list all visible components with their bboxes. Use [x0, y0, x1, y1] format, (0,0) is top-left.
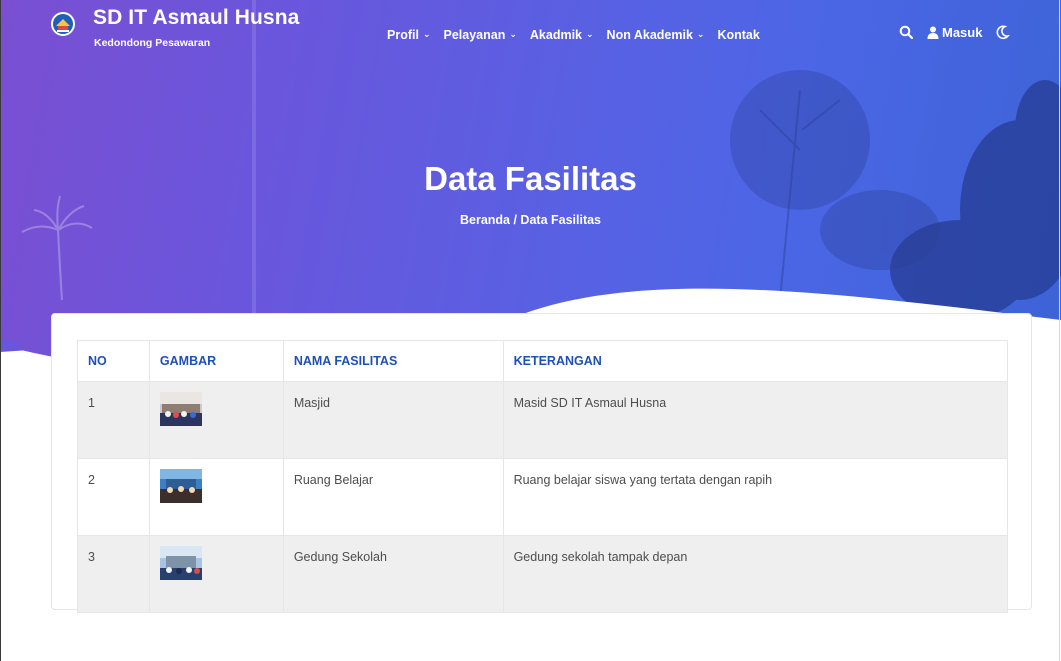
nav-item-label: Non Akademik [606, 28, 693, 42]
cell-gambar [148, 458, 284, 536]
cell-gambar [148, 535, 284, 613]
table-row: 3 Gedung Sekolah Gedung sekolah tampak d [77, 535, 1009, 613]
breadcrumb[interactable]: Beranda / Data Fasilitas [0, 213, 1061, 227]
user-icon [927, 26, 939, 39]
nav-item-akadmik[interactable]: Akadmik ⌄ [530, 28, 594, 42]
nav-item-label: Profil [387, 28, 419, 42]
search-icon [899, 25, 913, 39]
facility-table: NO GAMBAR NAMA FASILITAS KETERANGAN 1 Ma… [77, 340, 1009, 613]
nav-item-non-akademik[interactable]: Non Akademik ⌄ [607, 28, 705, 42]
dark-mode-toggle[interactable] [994, 24, 1011, 40]
cell-keterangan: Gedung sekolah tampak depan [502, 535, 1009, 613]
brand-title[interactable]: SD IT Asmaul Husna [93, 6, 299, 30]
nav-item-label: Kontak [717, 28, 760, 42]
facility-thumbnail-gedung-sekolah[interactable] [159, 546, 202, 580]
nav-item-kontak[interactable]: Kontak [717, 28, 759, 42]
chevron-down-icon: ⌄ [422, 28, 431, 39]
cell-keterangan: Masid SD IT Asmaul Husna [502, 381, 1009, 459]
cell-no: 3 [77, 535, 150, 613]
search-button[interactable] [899, 25, 913, 39]
table-header-row: NO GAMBAR NAMA FASILITAS KETERANGAN [77, 340, 1009, 382]
facility-thumbnail-ruang-belajar[interactable] [159, 469, 202, 503]
facility-thumbnail-masjid[interactable] [159, 392, 202, 426]
page-title: Data Fasilitas [424, 160, 637, 197]
navbar-tools: Masuk [899, 24, 1011, 40]
cell-keterangan: Ruang belajar siswa yang tertata dengan … [502, 458, 1009, 536]
column-header-gambar[interactable]: GAMBAR [148, 340, 284, 382]
cell-nama-fasilitas: Ruang Belajar [282, 458, 504, 536]
school-emblem-icon [53, 14, 73, 34]
cell-nama-fasilitas: Gedung Sekolah [282, 535, 504, 613]
cell-no: 1 [77, 381, 150, 459]
top-navbar: SD IT Asmaul Husna Kedondong Pesawaran P… [0, 0, 1061, 62]
nav-item-label: Pelayanan [443, 28, 506, 42]
dark-mode-moon-icon [997, 25, 1011, 40]
login-label: Masuk [942, 24, 983, 40]
cell-no: 2 [77, 458, 150, 536]
nav-item-profil[interactable]: Profil ⌄ [387, 28, 431, 42]
table-row: 1 Masjid Masid SD IT Asmaul Husna [77, 381, 1009, 459]
column-header-no[interactable]: NO [77, 340, 150, 382]
nav-item-label: Akadmik [529, 28, 582, 42]
cell-gambar [148, 381, 284, 459]
cell-nama-fasilitas: Masjid [282, 381, 504, 459]
column-header-nama-fasilitas[interactable]: NAMA FASILITAS [282, 340, 504, 382]
table-row: 2 Ruang Belajar Ruang belajar siswa yang… [77, 458, 1009, 536]
chevron-down-icon: ⌄ [586, 28, 594, 39]
login-button[interactable]: Masuk [927, 25, 982, 40]
facility-table-card: NO GAMBAR NAMA FASILITAS KETERANGAN 1 Ma… [51, 313, 1032, 613]
chevron-down-icon: ⌄ [509, 28, 517, 39]
main-nav: Profil ⌄ Pelayanan ⌄ Akadmik ⌄ Non Akade… [387, 28, 773, 42]
column-header-keterangan[interactable]: KETERANGAN [502, 340, 1009, 382]
nav-item-pelayanan[interactable]: Pelayanan ⌄ [444, 28, 517, 42]
school-logo[interactable] [51, 12, 75, 36]
chevron-down-icon: ⌄ [696, 28, 705, 39]
brand-subtitle: Kedondong Pesawaran [94, 37, 211, 49]
